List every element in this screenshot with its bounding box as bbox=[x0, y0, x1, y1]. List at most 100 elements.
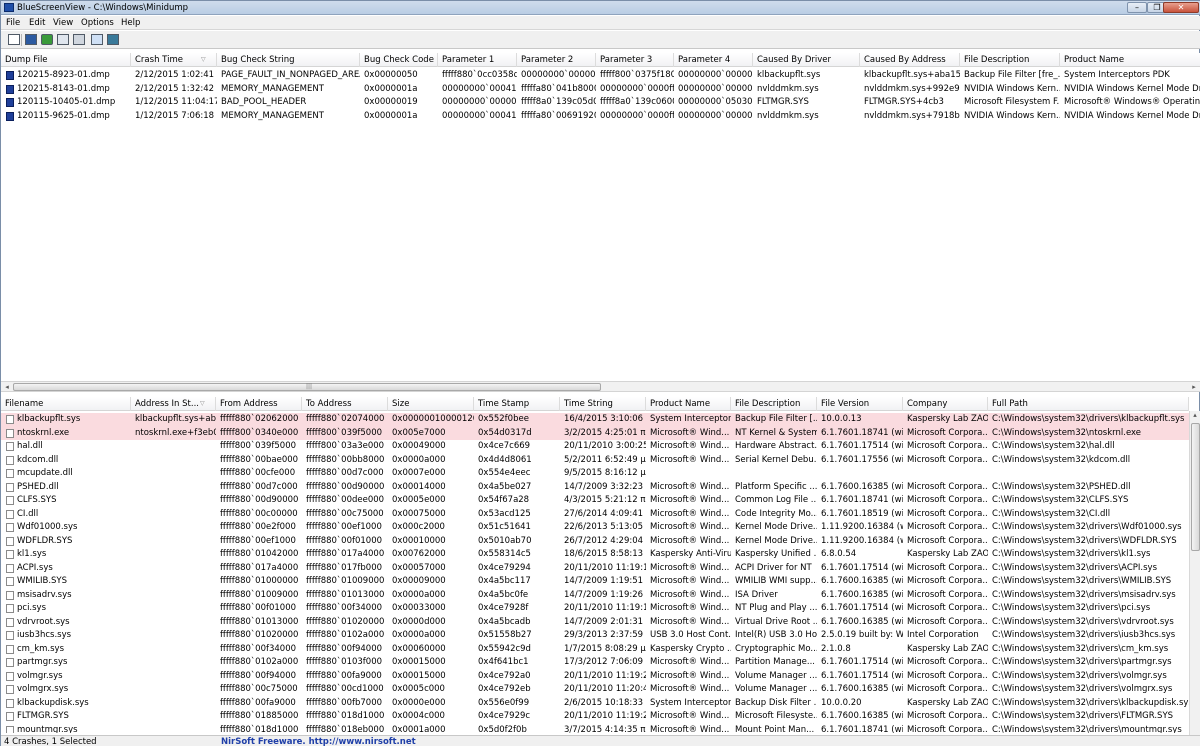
driver-row[interactable]: WMILIB.SYS fffff880`01000000 fffff880`0100… bbox=[1, 575, 1189, 589]
menu-file[interactable]: File bbox=[6, 17, 20, 29]
driver-column-header[interactable]: File Version bbox=[817, 397, 903, 411]
driver-row[interactable]: volmgr.sys fffff880`00f94000 fffff880`00fa… bbox=[1, 670, 1189, 684]
driver-cell bbox=[131, 710, 216, 724]
driver-column-header[interactable]: Full Path bbox=[988, 397, 1189, 411]
driver-row[interactable]: mcupdate.dll fffff880`00cfe000 fffff880`00… bbox=[1, 467, 1189, 481]
driver-row[interactable]: PSHED.dll fffff880`00d7c000 fffff880`00d90… bbox=[1, 481, 1189, 495]
driver-column-header[interactable]: Filename bbox=[1, 397, 131, 411]
crash-row[interactable]: 120115-10405-01.dmp 1/12/2015 11:04:17...… bbox=[1, 96, 1200, 110]
menu-edit[interactable]: Edit bbox=[29, 17, 45, 29]
close-button[interactable]: ✕ bbox=[1163, 2, 1199, 13]
driver-cell: 0x0004c000 bbox=[392, 711, 445, 721]
driver-row[interactable]: CLFS.SYS fffff880`00d90000 fffff880`00dee0… bbox=[1, 494, 1189, 508]
driver-row[interactable]: hal.dll fffff800`039f5000 fffff800`03a3e00… bbox=[1, 440, 1189, 454]
crash-cell: MEMORY_MANAGEMENT bbox=[221, 110, 324, 121]
driver-cell: kdcom.dll bbox=[17, 454, 59, 465]
save-icon[interactable] bbox=[25, 34, 37, 45]
crash-cell: klbackupflt.sys bbox=[757, 70, 821, 80]
driver-column-header[interactable]: File Description bbox=[731, 397, 817, 411]
driver-row[interactable]: kl1.sys fffff880`01042000 fffff880`017a400… bbox=[1, 548, 1189, 562]
scroll-right-icon[interactable]: ▸ bbox=[1189, 383, 1199, 392]
driver-cell: fffff880`01000000 bbox=[220, 576, 299, 586]
driver-row[interactable]: cm_km.sys fffff880`00f34000 fffff880`00f94… bbox=[1, 643, 1189, 657]
driver-row[interactable]: partmgr.sys fffff880`0102a000 fffff880`010… bbox=[1, 656, 1189, 670]
nirsoft-link[interactable]: NirSoft Freeware. http://www.nirsoft.net bbox=[221, 736, 416, 746]
crash-column-header[interactable]: Caused By Driver bbox=[753, 53, 860, 67]
menu-help[interactable]: Help bbox=[121, 17, 140, 29]
crash-column-header[interactable]: Dump File bbox=[1, 53, 131, 67]
menu-options[interactable]: Options bbox=[81, 17, 114, 29]
driver-row[interactable]: WDFLDR.SYS fffff880`00ef1000 fffff880`00f0… bbox=[1, 535, 1189, 549]
driver-column-header[interactable]: From Address bbox=[216, 397, 302, 411]
driver-cell: USB 3.0 Host Cont... bbox=[650, 630, 731, 640]
driver-cell: Microsoft Corpora... bbox=[907, 603, 988, 613]
copy-icon[interactable] bbox=[57, 34, 69, 45]
driver-cell: fffff880`01885000 bbox=[220, 711, 299, 721]
advanced-options-icon[interactable] bbox=[73, 34, 85, 45]
driver-cell: 0x554e4eec bbox=[478, 468, 531, 478]
driver-cell bbox=[131, 616, 216, 630]
driver-cell: Microsoft® Wind... bbox=[650, 589, 730, 600]
driver-list[interactable]: Filename Address In St... ▽ From Address To … bbox=[1, 397, 1189, 733]
refresh-icon[interactable] bbox=[41, 34, 53, 45]
driver-cell: 0x4ce792eb bbox=[478, 684, 531, 694]
crash-row[interactable]: 120215-8143-01.dmp 2/12/2015 1:32:42 ... M… bbox=[1, 83, 1200, 97]
driver-cell: fffff800`039f5000 bbox=[220, 441, 297, 451]
vertical-scroll-thumb[interactable] bbox=[1191, 423, 1200, 551]
driver-cell: 6.1.7601.18741 (wi... bbox=[821, 427, 903, 438]
crash-column-header[interactable]: Parameter 3 bbox=[596, 53, 674, 67]
driver-cell: Microsoft Corpora... bbox=[907, 616, 988, 627]
driver-row[interactable]: klbackupdisk.sys fffff880`00fa9000 fffff88… bbox=[1, 697, 1189, 711]
driver-cell: 17/3/2012 7:06:09 ... bbox=[564, 657, 646, 667]
driver-row[interactable]: pci.sys fffff880`00f01000 fffff880`00f3400… bbox=[1, 602, 1189, 616]
driver-cell: Microsoft® Wind... bbox=[650, 616, 730, 627]
driver-column-header[interactable]: Time String bbox=[560, 397, 646, 411]
crash-column-header[interactable]: Parameter 2 bbox=[517, 53, 596, 67]
driver-cell: C:\Windows\system32\drivers\WDFLDR.SYS bbox=[992, 535, 1177, 546]
crash-column-header[interactable]: Parameter 1 bbox=[438, 53, 517, 67]
driver-row[interactable]: volmgrx.sys fffff880`00c75000 fffff880`00c… bbox=[1, 683, 1189, 697]
menu-view[interactable]: View bbox=[53, 17, 73, 29]
crash-row[interactable]: 120115-9625-01.dmp 1/12/2015 7:06:18 μμ ME… bbox=[1, 110, 1200, 124]
horizontal-scrollbar[interactable]: ◂ ||| ▸ bbox=[1, 381, 1200, 392]
driver-column-header[interactable]: To Address bbox=[302, 397, 388, 411]
minimize-button[interactable]: – bbox=[1127, 2, 1147, 13]
crash-column-header[interactable]: Bug Check Code bbox=[360, 53, 438, 67]
crash-list[interactable]: Dump File Crash Time ▽ Bug Check String Bug … bbox=[1, 53, 1200, 383]
driver-row[interactable]: msisadrv.sys fffff880`01009000 fffff880`01… bbox=[1, 589, 1189, 603]
vertical-scrollbar[interactable]: ▴ bbox=[1189, 411, 1200, 735]
driver-row[interactable]: CI.dll fffff880`00c00000 fffff880`00c75000… bbox=[1, 508, 1189, 522]
scroll-left-icon[interactable]: ◂ bbox=[2, 383, 12, 392]
driver-cell: 3/2/2015 4:25:01 πμ bbox=[564, 427, 646, 438]
crash-row[interactable]: 120215-8923-01.dmp 2/12/2015 1:02:41 μμ PA… bbox=[1, 69, 1200, 83]
driver-column-header[interactable]: Product Name bbox=[646, 397, 731, 411]
driver-row[interactable]: ACPI.sys fffff880`017a4000 fffff880`017fb0… bbox=[1, 562, 1189, 576]
driver-cell: Microsoft® Wind... bbox=[650, 711, 730, 721]
driver-column-header[interactable]: Time Stamp bbox=[474, 397, 560, 411]
driver-column-header[interactable]: Size bbox=[388, 397, 474, 411]
driver-column-header[interactable]: Company bbox=[903, 397, 988, 411]
crash-column-header[interactable]: Product Name bbox=[1060, 53, 1200, 67]
properties-icon[interactable] bbox=[8, 34, 20, 45]
driver-row[interactable]: vdrvroot.sys fffff880`01013000 fffff880`01… bbox=[1, 616, 1189, 630]
driver-cell: fffff800`03a3e000 bbox=[306, 441, 385, 451]
driver-row[interactable]: mountmgr.sys fffff880`018d1000 fffff880`01… bbox=[1, 724, 1189, 733]
scroll-up-icon[interactable]: ▴ bbox=[1190, 411, 1200, 420]
driver-row[interactable]: kdcom.dll fffff880`00bae000 fffff880`00bb8… bbox=[1, 454, 1189, 468]
driver-row[interactable]: klbackupflt.sys klbackupflt.sys+ab... ffff… bbox=[1, 413, 1189, 427]
driver-row[interactable]: ntoskrnl.exe ntoskrnl.exe+f3eb0 fffff800`0… bbox=[1, 426, 1189, 440]
crash-column-header[interactable]: Bug Check String bbox=[217, 53, 360, 67]
driver-row[interactable]: Wdf01000.sys fffff880`00e2f000 fffff880`00… bbox=[1, 521, 1189, 535]
crash-column-header[interactable]: Parameter 4 bbox=[674, 53, 753, 67]
driver-cell: 10.0.0.13 bbox=[821, 414, 862, 424]
crash-cell: 00000000`000417... bbox=[442, 83, 517, 94]
html-report-icon[interactable] bbox=[91, 34, 103, 45]
driver-row[interactable]: iusb3hcs.sys fffff880`01020000 fffff880`01… bbox=[1, 629, 1189, 643]
exit-icon[interactable] bbox=[107, 34, 119, 45]
driver-cell: fffff880`00f94000 bbox=[306, 643, 383, 654]
crash-column-header[interactable]: File Description bbox=[960, 53, 1060, 67]
crash-column-header[interactable]: Caused By Address bbox=[860, 53, 960, 67]
driver-row[interactable]: FLTMGR.SYS fffff880`01885000 fffff880`018d… bbox=[1, 710, 1189, 724]
driver-cell: WDFLDR.SYS bbox=[17, 535, 73, 546]
crash-cell: 2/12/2015 1:32:42 ... bbox=[135, 83, 217, 94]
